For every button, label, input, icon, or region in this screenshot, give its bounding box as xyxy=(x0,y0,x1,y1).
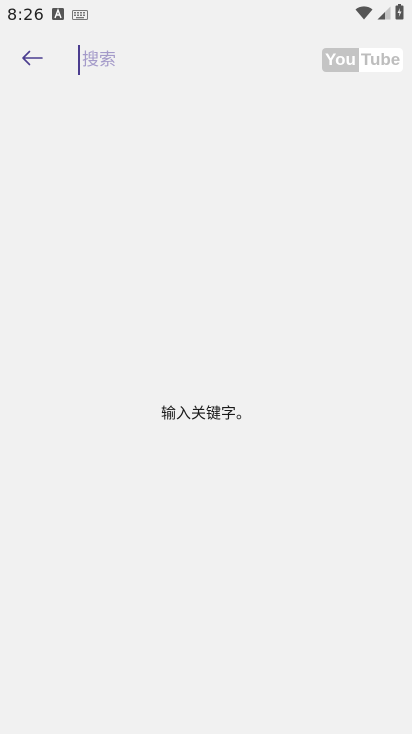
status-time: 8:26 xyxy=(7,4,45,24)
status-right xyxy=(355,4,404,24)
empty-state-hint: 输入关键字。 xyxy=(160,404,251,422)
search-input[interactable] xyxy=(78,45,298,75)
youtube-logo: You Tube xyxy=(322,48,404,72)
status-left: 8:26 xyxy=(7,4,89,24)
battery-icon xyxy=(395,4,404,24)
a-letter-icon xyxy=(52,5,65,24)
search-screen: 8:26 搜索 You Tube 输入关键字。 xyxy=(0,0,412,734)
status-bar: 8:26 xyxy=(0,0,412,28)
signal-icon xyxy=(377,5,391,24)
youtube-logo-you: You xyxy=(322,48,359,72)
back-button[interactable] xyxy=(14,44,50,76)
wifi-icon xyxy=(355,5,373,24)
keyboard-icon xyxy=(72,5,89,24)
arrow-left-icon xyxy=(21,50,43,70)
youtube-logo-tube: Tube xyxy=(358,48,404,72)
search-bar: You Tube xyxy=(0,28,412,92)
